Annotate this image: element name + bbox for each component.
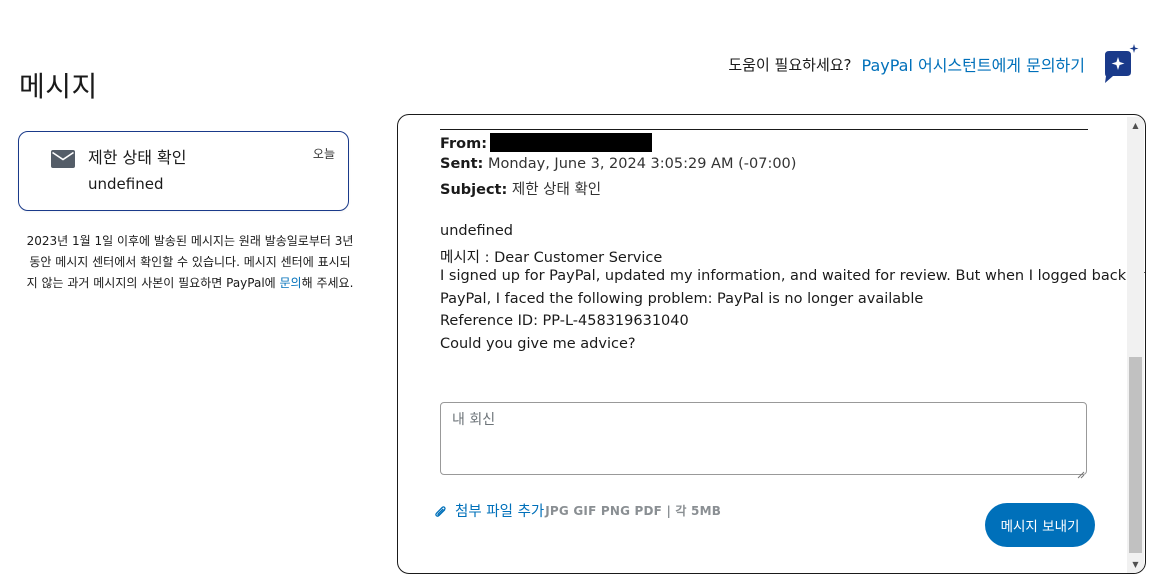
subject-line: Subject: 제한 상태 확인 [440, 178, 601, 199]
message-retention-notice: 2023년 1월 1일 이후에 발송된 메시지는 원래 발송일로부터 3년 동안… [25, 231, 355, 294]
assistant-chat-sparkle-icon[interactable] [1099, 42, 1141, 86]
conversation-subject: 제한 상태 확인 [88, 148, 187, 167]
scroll-up-arrow-icon[interactable]: ▲ [1127, 117, 1144, 134]
reply-textarea[interactable] [440, 402, 1087, 475]
message-body-line: Reference ID: PP-L-458319631040 [440, 313, 689, 329]
subject-value: 제한 상태 확인 [511, 182, 602, 198]
conversation-preview: undefined [88, 175, 164, 193]
sent-line: Sent: Monday, June 3, 2024 3:05:29 AM (-… [440, 156, 796, 172]
message-thread-panel: From: Sent: Monday, June 3, 2024 3:05:29… [397, 114, 1146, 574]
contact-us-link[interactable]: 문의 [280, 276, 302, 290]
attachment-row: 첨부 파일 추가 JPG GIF PNG PDF | 각 5MB [434, 500, 721, 521]
mail-icon [51, 149, 75, 169]
message-body-line: Could you give me advice? [440, 336, 636, 352]
message-body-line: PayPal, I faced the following problem: P… [440, 291, 924, 307]
conversation-card[interactable]: 제한 상태 확인 undefined 오늘 [18, 131, 349, 211]
paperclip-icon[interactable] [434, 504, 448, 518]
conversation-date: 오늘 [312, 147, 335, 161]
textarea-resize-handle[interactable] [1076, 464, 1085, 479]
paypal-assistant-link[interactable]: PayPal 어시스턴트에게 문의하기 [862, 52, 1085, 76]
scrollbar-thumb[interactable] [1129, 357, 1142, 553]
sent-label: Sent: [440, 156, 484, 172]
help-question: 도움이 필요하세요? [728, 55, 852, 74]
scroll-down-arrow-icon[interactable]: ▼ [1127, 556, 1144, 573]
redacted-sender [490, 133, 652, 152]
scrollbar[interactable]: ▲ ▼ [1127, 117, 1144, 573]
subject-label: Subject: [440, 182, 508, 198]
send-message-button[interactable]: 메시지 보내기 [985, 503, 1095, 547]
from-line: From: [440, 133, 652, 152]
message-body-line: I signed up for PayPal, updated my infor… [440, 268, 1146, 284]
add-attachment-link[interactable]: 첨부 파일 추가 [455, 500, 544, 521]
notice-text-end: 해 주세요. [301, 276, 354, 290]
message-body-line: 메시지 : Dear Customer Service [440, 250, 663, 266]
sent-value: Monday, June 3, 2024 3:05:29 AM (-07:00) [487, 156, 797, 172]
allowed-file-types: JPG GIF PNG PDF | 각 5MB [545, 504, 722, 518]
header-divider [440, 129, 1088, 130]
help-bar: 도움이 필요하세요? PayPal 어시스턴트에게 문의하기 [728, 42, 1141, 86]
page-title: 메시지 [19, 69, 98, 103]
from-label: From: [440, 136, 487, 152]
message-body-line: undefined [440, 223, 513, 239]
